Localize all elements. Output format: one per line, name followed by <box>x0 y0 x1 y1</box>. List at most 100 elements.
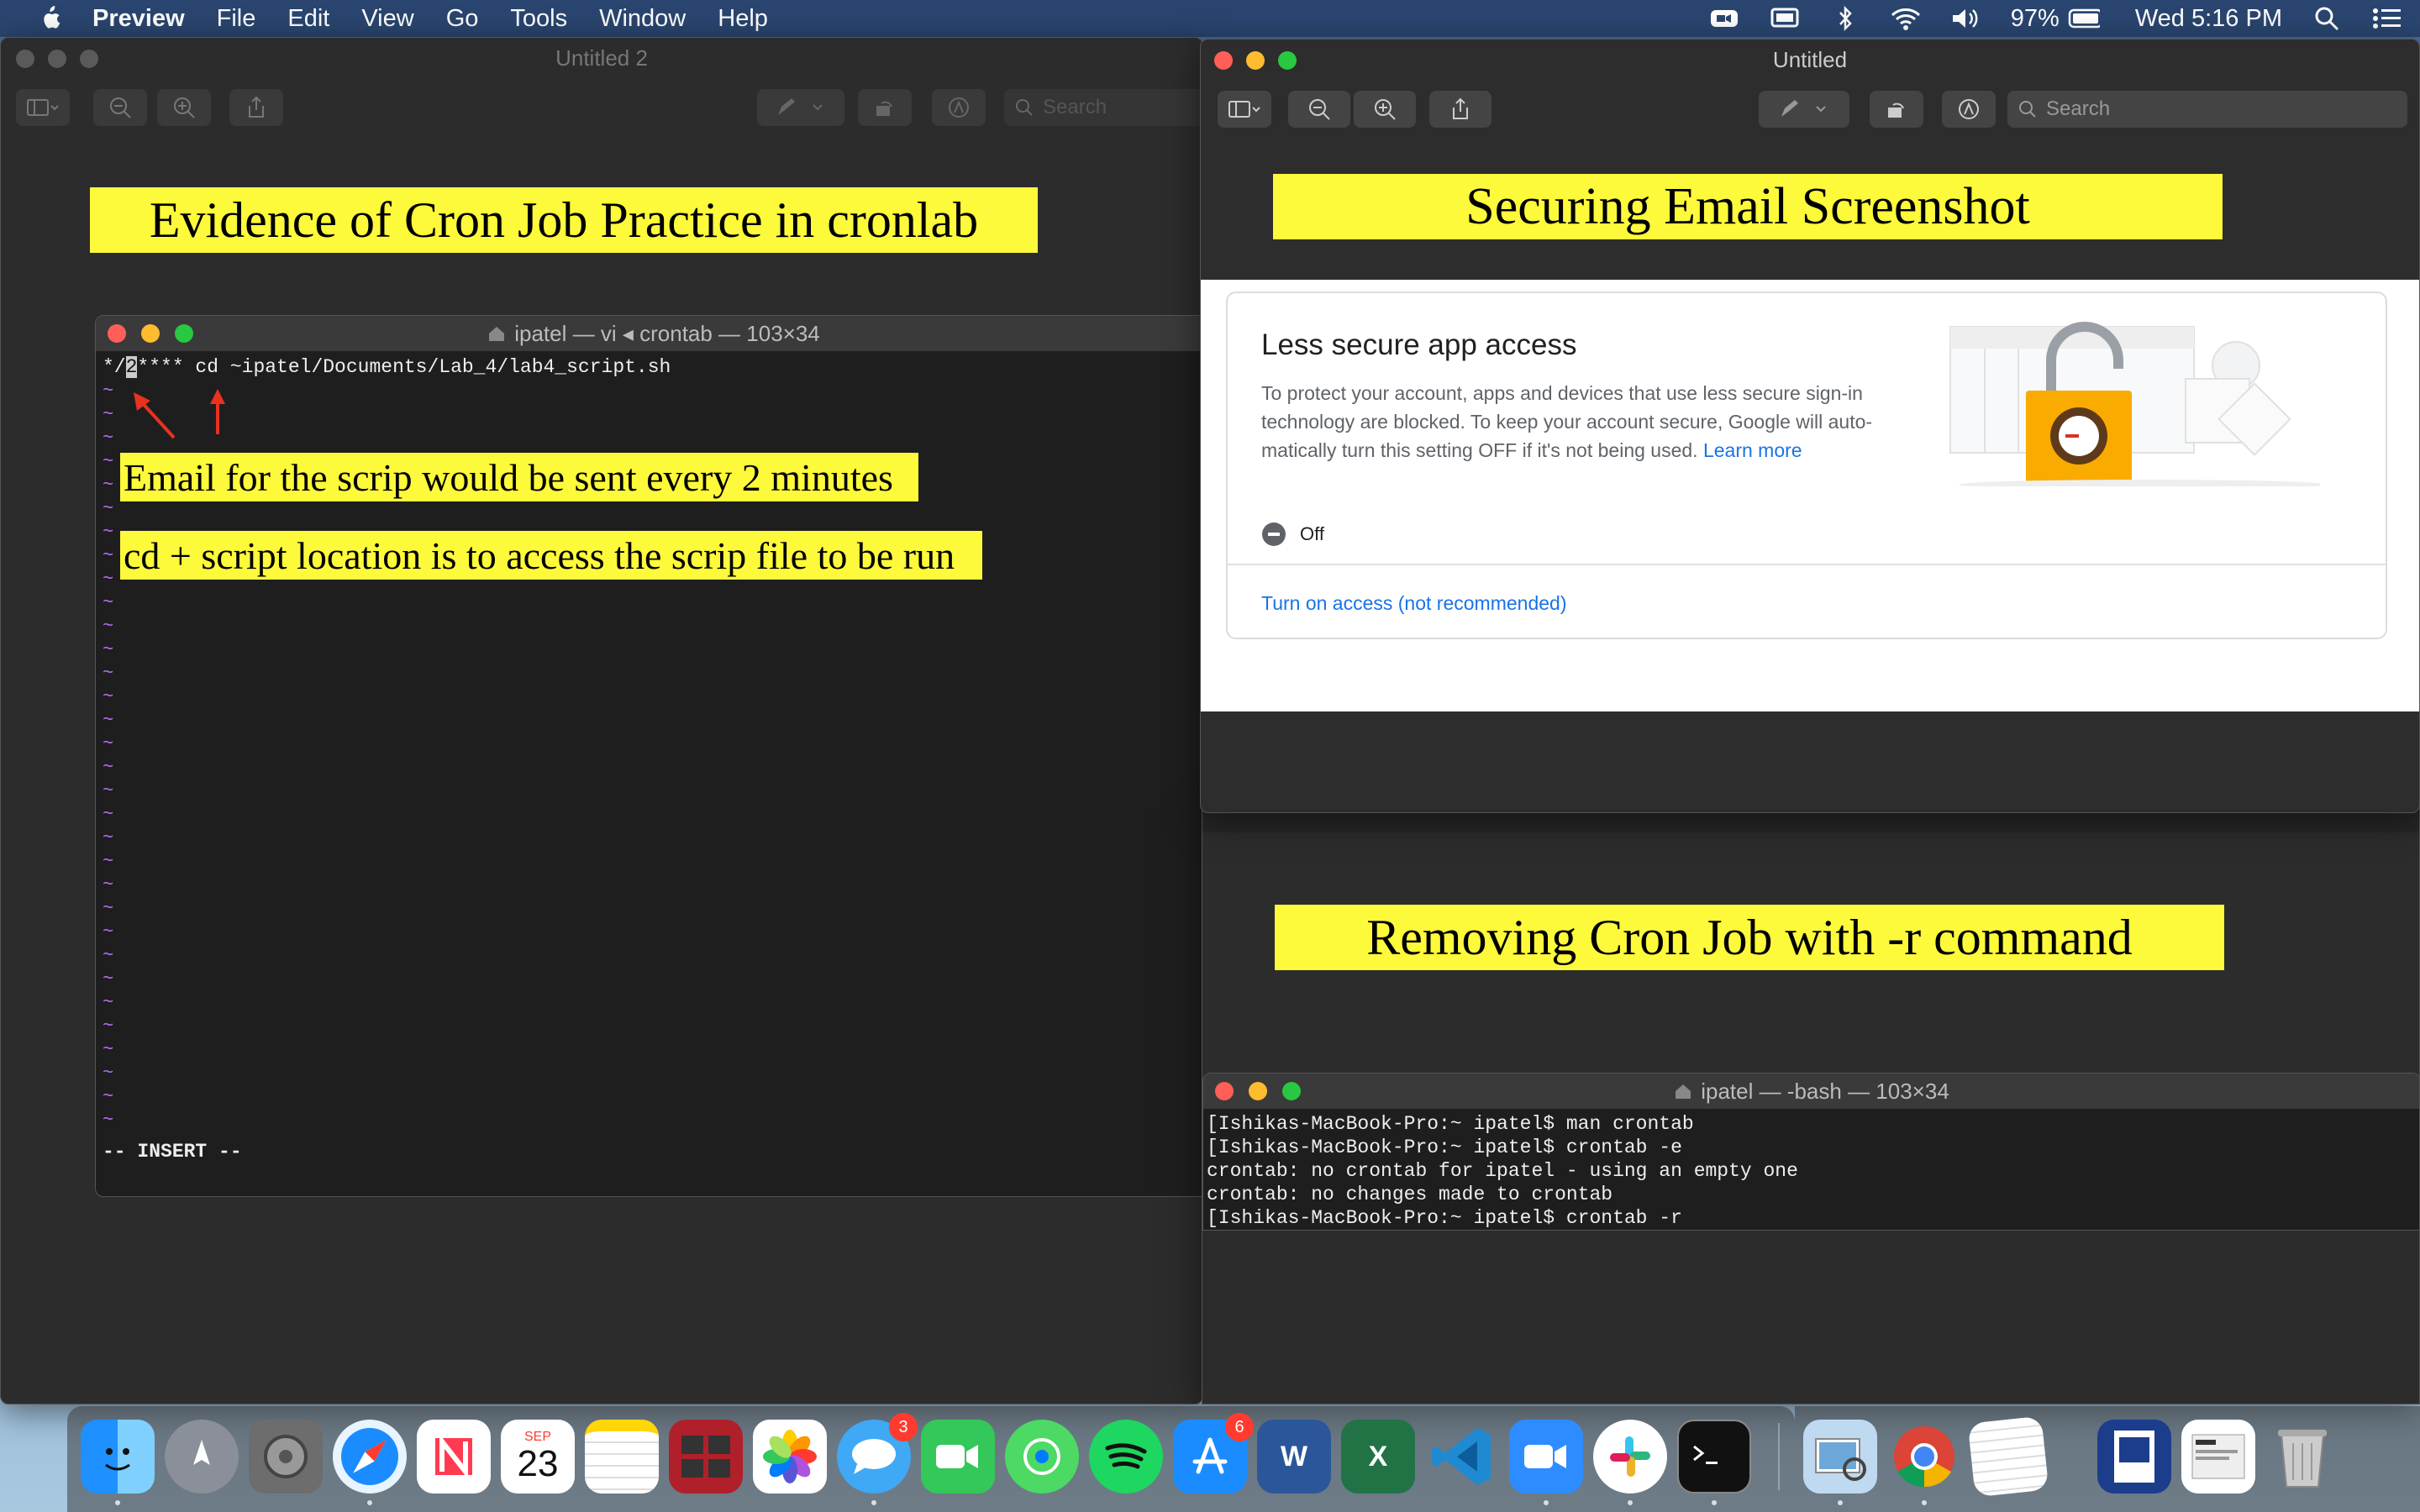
terminal-zoom-button[interactable] <box>175 324 193 343</box>
apple-icon[interactable] <box>32 0 67 37</box>
photos-icon[interactable] <box>753 1420 827 1494</box>
preview-app-icon[interactable] <box>1803 1420 1877 1494</box>
find-my-icon[interactable] <box>1005 1420 1079 1494</box>
bluetooth-icon[interactable] <box>1829 6 1861 31</box>
app-store-icon[interactable]: 6 <box>1173 1413 1254 1494</box>
turn-on-access-link[interactable]: Turn on access (not recommended) <box>1261 592 1566 615</box>
vi-tilde-line: ~ <box>103 827 114 848</box>
menu-help[interactable]: Help <box>718 5 768 33</box>
card-body: To protect your account, apps and device… <box>1261 379 1908 465</box>
card-heading: Less secure app access <box>1261 328 1577 361</box>
close-button[interactable] <box>16 50 34 68</box>
share-button[interactable] <box>1429 91 1491 128</box>
zoom-in-icon <box>174 97 195 118</box>
bash-minimize-button[interactable] <box>1249 1082 1267 1100</box>
markup-toolbar-button[interactable] <box>932 89 986 126</box>
volume-icon[interactable] <box>1950 6 1982 31</box>
running-indicator <box>1712 1500 1717 1505</box>
textedit-icon[interactable] <box>1967 1415 2049 1498</box>
minimize-button[interactable] <box>48 50 66 68</box>
photo-booth-icon[interactable] <box>669 1420 743 1494</box>
zoom-in-button[interactable] <box>1354 91 1416 128</box>
launchpad-icon[interactable] <box>165 1420 239 1494</box>
chrome-icon[interactable] <box>1887 1420 1961 1494</box>
finder-icon[interactable] <box>81 1420 155 1494</box>
slack-icon[interactable] <box>1593 1420 1667 1494</box>
terminal-app-icon[interactable] <box>1677 1420 1751 1494</box>
vi-mode-indicator: -- INSERT -- <box>103 1141 242 1163</box>
bash-output[interactable]: [Ishikas-MacBook-Pro:~ ipatel$ man cront… <box>1207 1112 1798 1230</box>
vi-tilde-line: ~ <box>103 921 114 942</box>
trash-icon[interactable] <box>2265 1420 2339 1494</box>
menu-go[interactable]: Go <box>446 5 479 33</box>
calendar-day: 23 <box>517 1443 559 1484</box>
menu-tools[interactable]: Tools <box>510 5 567 33</box>
zoom-button[interactable] <box>80 50 98 68</box>
vscode-icon[interactable] <box>1425 1420 1499 1494</box>
evidence-banner-text: Evidence of Cron Job Practice in cronlab <box>149 192 979 248</box>
screen-mirroring-icon[interactable] <box>1769 6 1801 31</box>
menu-app-name[interactable]: Preview <box>92 5 185 33</box>
bash-terminal-title: ipatel — -bash — 103×34 <box>1701 1078 1949 1104</box>
battery-icon[interactable] <box>2068 6 2100 31</box>
messages-icon[interactable]: 3 <box>837 1413 918 1494</box>
running-indicator <box>1838 1500 1843 1505</box>
terminal-minimize-button[interactable] <box>141 324 160 343</box>
notes-icon[interactable] <box>585 1420 659 1494</box>
zoom-app-icon[interactable] <box>1509 1420 1583 1494</box>
spotlight-icon[interactable] <box>2311 6 2343 31</box>
news-icon[interactable] <box>417 1420 491 1494</box>
search-input[interactable]: Search <box>2007 91 2407 128</box>
search-input[interactable]: Search <box>1004 89 1202 126</box>
zoom-in-button[interactable] <box>157 89 211 126</box>
bash-terminal-titlebar: ipatel — -bash — 103×34 <box>1203 1074 2419 1109</box>
bash-line: crontab: no crontab for ipatel - using a… <box>1207 1160 1798 1182</box>
zoom-button[interactable] <box>1278 51 1297 70</box>
vi-tilde-line: ~ <box>103 945 114 966</box>
vi-tilde-line: ~ <box>103 639 114 660</box>
safari-icon[interactable] <box>333 1420 407 1494</box>
zoom-out-button[interactable] <box>1288 91 1350 128</box>
wifi-icon[interactable] <box>1890 6 1922 31</box>
bash-close-button[interactable] <box>1215 1082 1234 1100</box>
word-icon[interactable]: W <box>1257 1420 1331 1494</box>
notification-center-icon[interactable] <box>2371 6 2403 31</box>
rotate-button[interactable] <box>858 89 912 126</box>
markup-toolbar-button[interactable] <box>1942 91 1996 128</box>
removing-cron-banner-text: Removing Cron Job with -r command <box>1366 909 2133 965</box>
markup-pen-button[interactable] <box>757 89 844 126</box>
padlock-illustration <box>1949 322 2320 486</box>
terminal-close-button[interactable] <box>108 324 126 343</box>
spotify-icon[interactable] <box>1089 1420 1163 1494</box>
zoom-out-button[interactable] <box>93 89 147 126</box>
excel-icon[interactable]: X <box>1341 1420 1415 1494</box>
system-preferences-icon[interactable] <box>249 1420 323 1494</box>
menu-view[interactable]: View <box>361 5 413 33</box>
document-thumbnail-icon[interactable] <box>2097 1420 2171 1494</box>
vi-tilde-line: ~ <box>103 686 114 707</box>
sidebar-icon <box>27 99 59 116</box>
home-folder-icon <box>489 327 505 341</box>
zoom-status-icon[interactable] <box>1708 6 1740 31</box>
screenshot-thumbnail-icon[interactable] <box>2181 1420 2255 1494</box>
sidebar-toggle-button[interactable] <box>16 89 70 126</box>
menu-edit[interactable]: Edit <box>287 5 329 33</box>
calendar-icon[interactable]: SEP 23 <box>501 1420 575 1494</box>
menu-bar: Preview File Edit View Go Tools Window H… <box>0 0 2420 37</box>
card-divider <box>1228 564 2386 565</box>
menu-file[interactable]: File <box>217 5 256 33</box>
learn-more-link[interactable]: Learn more <box>1703 439 1802 461</box>
rotate-button[interactable] <box>1870 91 1923 128</box>
markup-pen-button[interactable] <box>1759 91 1849 128</box>
facetime-icon[interactable] <box>921 1420 995 1494</box>
sidebar-toggle-button[interactable] <box>1218 91 1271 128</box>
bash-zoom-button[interactable] <box>1282 1082 1301 1100</box>
share-button[interactable] <box>229 89 283 126</box>
menu-window[interactable]: Window <box>599 5 686 33</box>
pen-icon <box>1781 100 1826 117</box>
minimize-button[interactable] <box>1246 51 1265 70</box>
clock[interactable]: Wed 5:16 PM <box>2135 5 2282 33</box>
close-button[interactable] <box>1214 51 1233 70</box>
securing-email-banner: Securing Email Screenshot <box>1273 174 2223 239</box>
word-letter: W <box>1280 1440 1308 1473</box>
